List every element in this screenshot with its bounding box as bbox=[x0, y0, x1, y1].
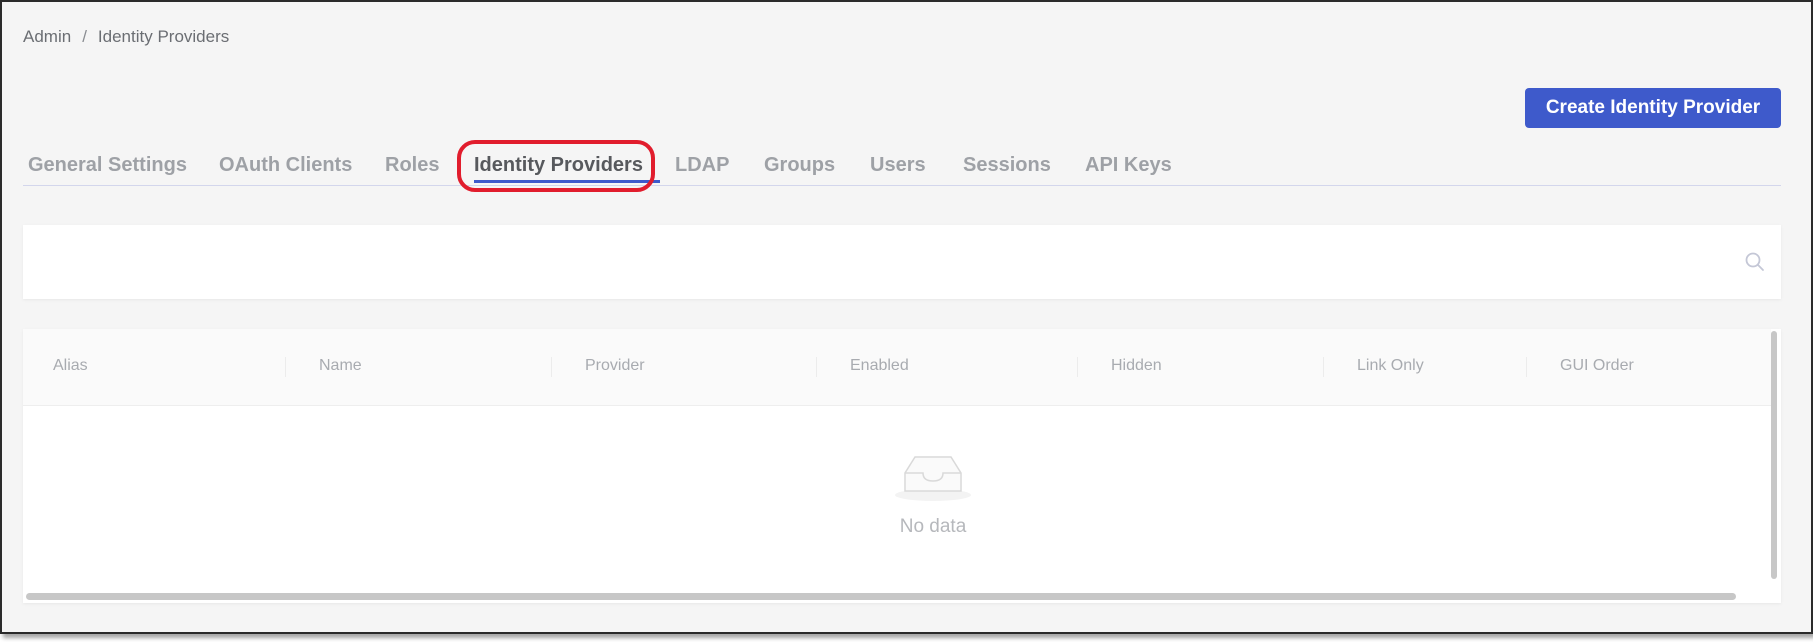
breadcrumb: Admin / Identity Providers bbox=[23, 27, 229, 47]
column-divider bbox=[285, 357, 286, 377]
search-input[interactable] bbox=[23, 225, 1723, 299]
tab-roles[interactable]: Roles bbox=[385, 154, 439, 177]
tab-groups[interactable]: Groups bbox=[764, 154, 835, 177]
column-divider bbox=[1077, 357, 1078, 377]
tab-users[interactable]: Users bbox=[870, 154, 926, 177]
tab-sessions[interactable]: Sessions bbox=[963, 154, 1051, 177]
column-header-provider: Provider bbox=[585, 357, 645, 374]
column-header-name: Name bbox=[319, 357, 362, 374]
column-header-hidden: Hidden bbox=[1111, 357, 1162, 374]
breadcrumb-item-admin[interactable]: Admin bbox=[23, 27, 71, 47]
search-bar bbox=[23, 225, 1781, 299]
tab-bar: General Settings OAuth Clients Roles Ide… bbox=[23, 148, 1781, 186]
column-header-enabled: Enabled bbox=[850, 357, 909, 374]
empty-state: No data bbox=[853, 447, 1013, 538]
tab-api-keys[interactable]: API Keys bbox=[1085, 154, 1172, 177]
tab-ldap[interactable]: LDAP bbox=[675, 154, 729, 177]
search-icon[interactable] bbox=[1743, 250, 1767, 274]
vertical-scrollbar[interactable] bbox=[1771, 331, 1777, 579]
tab-identity-providers[interactable]: Identity Providers bbox=[474, 154, 643, 177]
column-header-gui-order: GUI Order bbox=[1560, 357, 1634, 374]
empty-inbox-icon bbox=[895, 456, 971, 501]
column-divider bbox=[816, 357, 817, 377]
table-header: Alias Name Provider Enabled Hidden Link … bbox=[23, 329, 1771, 406]
active-tab-indicator bbox=[474, 180, 660, 183]
column-divider bbox=[1526, 357, 1527, 377]
horizontal-scrollbar[interactable] bbox=[26, 593, 1736, 600]
identity-providers-table: Alias Name Provider Enabled Hidden Link … bbox=[23, 329, 1781, 603]
tab-oauth-clients[interactable]: OAuth Clients bbox=[219, 154, 352, 177]
empty-state-text: No data bbox=[899, 516, 967, 537]
tab-general-settings[interactable]: General Settings bbox=[28, 154, 187, 177]
admin-page: Admin / Identity Providers Create Identi… bbox=[0, 0, 1813, 634]
column-divider bbox=[1323, 357, 1324, 377]
column-header-alias: Alias bbox=[53, 357, 88, 374]
breadcrumb-item-identity-providers: Identity Providers bbox=[97, 27, 230, 46]
create-identity-provider-button[interactable]: Create Identity Provider bbox=[1525, 88, 1781, 128]
breadcrumb-separator: / bbox=[82, 27, 87, 46]
column-header-link-only: Link Only bbox=[1357, 357, 1424, 374]
column-divider bbox=[551, 357, 552, 377]
